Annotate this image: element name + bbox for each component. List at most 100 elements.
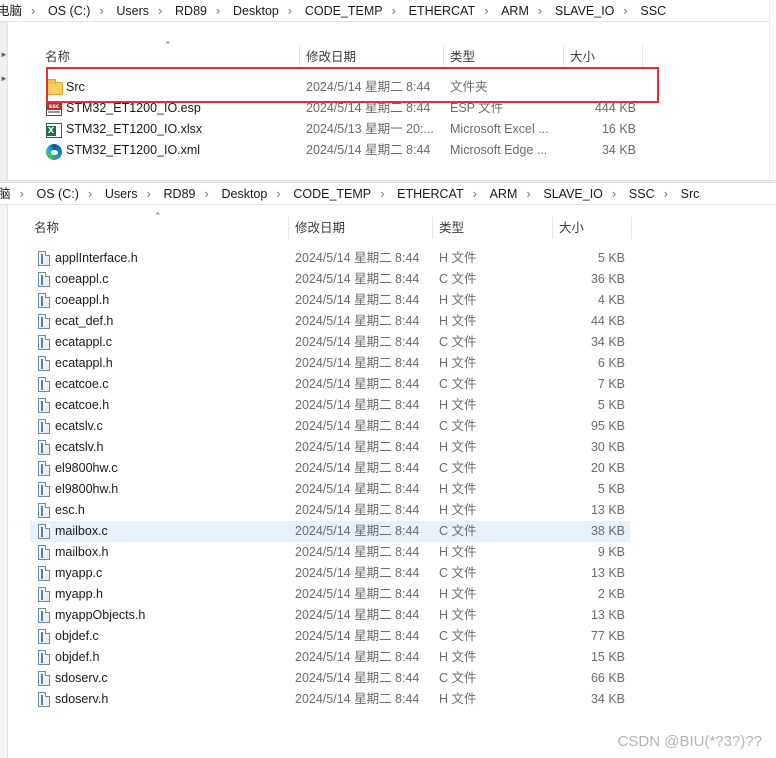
file-row[interactable]: mailbox.c 2024/5/14 星期二 8:44 C 文件 38 KB xyxy=(30,521,630,542)
breadcrumb-item[interactable]: CODE_TEMP xyxy=(305,3,383,19)
breadcrumb-item[interactable]: Src xyxy=(681,186,700,202)
file-name: applInterface.h xyxy=(55,251,138,265)
nav-pane-edge[interactable] xyxy=(0,205,8,758)
file-row[interactable]: Src 2024/5/14 星期二 8:44 文件夹 xyxy=(40,77,640,98)
file-row[interactable]: applInterface.h 2024/5/14 星期二 8:44 H 文件 5 K… xyxy=(30,248,630,269)
column-divider[interactable] xyxy=(432,217,433,239)
breadcrumb-separator-icon[interactable]: › xyxy=(484,3,488,19)
column-header-date[interactable]: 修改日期 xyxy=(295,217,345,239)
breadcrumb-item[interactable]: Desktop xyxy=(233,3,279,19)
file-row[interactable]: ecatslv.h 2024/5/14 星期二 8:44 H 文件 30 KB xyxy=(30,437,630,458)
file-size: 20 KB xyxy=(590,461,625,475)
column-header-name[interactable]: 名称 xyxy=(34,217,59,239)
breadcrumb-separator-icon[interactable]: › xyxy=(99,3,103,19)
breadcrumb-separator-icon[interactable]: › xyxy=(276,186,280,202)
column-divider[interactable] xyxy=(288,217,289,239)
chevron-right-icon[interactable]: ► xyxy=(0,50,8,59)
file-type: H 文件 xyxy=(439,545,477,559)
column-header-date[interactable]: 修改日期 xyxy=(306,46,356,68)
file-row[interactable]: ecat_def.h 2024/5/14 星期二 8:44 H 文件 44 KB xyxy=(30,311,630,332)
breadcrumb-separator-icon[interactable]: › xyxy=(392,3,396,19)
breadcrumb-separator-icon[interactable]: › xyxy=(20,186,24,202)
breadcrumb-item[interactable]: ARM xyxy=(501,3,529,19)
file-row[interactable]: myappObjects.h 2024/5/14 星期二 8:44 H 文件 13 K… xyxy=(30,605,630,626)
file-row[interactable]: objdef.c 2024/5/14 星期二 8:44 C 文件 77 KB xyxy=(30,626,630,647)
breadcrumb-item[interactable]: ETHERCAT xyxy=(409,3,475,19)
file-row[interactable]: ecatappl.h 2024/5/14 星期二 8:44 H 文件 6 KB xyxy=(30,353,630,374)
breadcrumb-separator-icon[interactable]: › xyxy=(612,186,616,202)
column-divider[interactable] xyxy=(631,217,632,239)
file-type: C 文件 xyxy=(439,629,477,643)
breadcrumb-item[interactable]: CODE_TEMP xyxy=(293,186,371,202)
file-row[interactable]: objdef.h 2024/5/14 星期二 8:44 H 文件 15 KB xyxy=(30,647,630,668)
scrollbar[interactable] xyxy=(769,0,776,180)
breadcrumb-separator-icon[interactable]: › xyxy=(216,3,220,19)
file-row[interactable]: ecatcoe.h 2024/5/14 星期二 8:44 H 文件 5 KB xyxy=(30,395,630,416)
text-file-icon xyxy=(35,460,51,477)
file-row[interactable]: el9800hw.c 2024/5/14 星期二 8:44 C 文件 20 KB xyxy=(30,458,630,479)
breadcrumb-item[interactable]: ETHERCAT xyxy=(397,186,463,202)
file-name: mailbox.h xyxy=(55,545,109,559)
breadcrumb-item[interactable]: SLAVE_IO xyxy=(543,186,603,202)
file-row[interactable]: X STM32_ET1200_IO.xlsx 2024/5/13 星期一 20:..… xyxy=(40,119,640,140)
file-row[interactable]: sdoserv.h 2024/5/14 星期二 8:44 H 文件 34 KB xyxy=(30,689,630,710)
breadcrumb-item[interactable]: Users xyxy=(116,3,149,19)
breadcrumb-separator-icon[interactable]: › xyxy=(158,3,162,19)
file-row[interactable]: ssc STM32_ET1200_IO.esp 2024/5/14 星期二 8:44… xyxy=(40,98,640,119)
file-row[interactable]: ecatslv.c 2024/5/14 星期二 8:44 C 文件 95 KB xyxy=(30,416,630,437)
breadcrumb-item[interactable]: OS (C:) xyxy=(48,3,90,19)
file-row[interactable]: STM32_ET1200_IO.xml 2024/5/14 星期二 8:44 Mic… xyxy=(40,140,640,161)
column-divider[interactable] xyxy=(552,217,553,239)
column-header-size[interactable]: 大小 xyxy=(559,217,584,239)
column-header-type[interactable]: 类型 xyxy=(439,217,464,239)
file-row[interactable]: coeappl.h 2024/5/14 星期二 8:44 H 文件 4 KB xyxy=(30,290,630,311)
file-row[interactable]: el9800hw.h 2024/5/14 星期二 8:44 H 文件 5 KB xyxy=(30,479,630,500)
breadcrumb-separator-icon[interactable]: › xyxy=(473,186,477,202)
text-file-icon xyxy=(35,691,51,708)
column-divider[interactable] xyxy=(563,46,564,68)
breadcrumb-item[interactable]: SLAVE_IO xyxy=(555,3,615,19)
file-row[interactable]: esc.h 2024/5/14 星期二 8:44 H 文件 13 KB xyxy=(30,500,630,521)
file-row[interactable]: myapp.c 2024/5/14 星期二 8:44 C 文件 13 KB xyxy=(30,563,630,584)
chevron-right-icon[interactable]: ► xyxy=(0,74,8,83)
file-row[interactable]: myapp.h 2024/5/14 星期二 8:44 H 文件 2 KB xyxy=(30,584,630,605)
breadcrumb-item[interactable]: 电脑 xyxy=(0,3,22,19)
column-divider[interactable] xyxy=(299,46,300,68)
file-row[interactable]: sdoserv.c 2024/5/14 星期二 8:44 C 文件 66 KB xyxy=(30,668,630,689)
address-bar-breadcrumb[interactable]: 脑 › OS (C:) › Users › RD89 › Desktop › CODE_TEMP › E… xyxy=(0,183,776,205)
breadcrumb-separator-icon[interactable]: › xyxy=(147,186,151,202)
breadcrumb-item[interactable]: OS (C:) xyxy=(37,186,79,202)
breadcrumb-item[interactable]: RD89 xyxy=(164,186,196,202)
breadcrumb-item[interactable]: ARM xyxy=(490,186,518,202)
file-row[interactable]: ecatcoe.c 2024/5/14 星期二 8:44 C 文件 7 KB xyxy=(30,374,630,395)
breadcrumb-separator-icon[interactable]: › xyxy=(623,3,627,19)
file-row[interactable]: mailbox.h 2024/5/14 星期二 8:44 H 文件 9 KB xyxy=(30,542,630,563)
file-name: ecatappl.c xyxy=(55,335,112,349)
column-divider[interactable] xyxy=(443,46,444,68)
column-header-name[interactable]: 名称 xyxy=(45,46,70,68)
file-row[interactable]: ecatappl.c 2024/5/14 星期二 8:44 C 文件 34 KB xyxy=(30,332,630,353)
breadcrumb-item[interactable]: SSC xyxy=(629,186,655,202)
address-bar-breadcrumb[interactable]: 电脑 › OS (C:) › Users › RD89 › Desktop › CODE_TEMP ›… xyxy=(0,0,776,22)
breadcrumb-separator-icon[interactable]: › xyxy=(205,186,209,202)
breadcrumb-item[interactable]: SSC xyxy=(640,3,666,19)
breadcrumb-separator-icon[interactable]: › xyxy=(380,186,384,202)
file-row[interactable]: coeappl.c 2024/5/14 星期二 8:44 C 文件 36 KB xyxy=(30,269,630,290)
column-header-size[interactable]: 大小 xyxy=(570,46,595,68)
column-divider[interactable] xyxy=(642,46,643,68)
breadcrumb-separator-icon[interactable]: › xyxy=(288,3,292,19)
file-size: 66 KB xyxy=(590,671,625,685)
breadcrumb-item[interactable]: Users xyxy=(105,186,138,202)
file-type: H 文件 xyxy=(439,398,477,412)
breadcrumb-item[interactable]: Desktop xyxy=(222,186,268,202)
breadcrumb-separator-icon[interactable]: › xyxy=(538,3,542,19)
breadcrumb-item[interactable]: RD89 xyxy=(175,3,207,19)
nav-pane-edge[interactable]: ► ► xyxy=(0,22,8,180)
breadcrumb-separator-icon[interactable]: › xyxy=(31,3,35,19)
breadcrumb-separator-icon[interactable]: › xyxy=(664,186,668,202)
file-size: 44 KB xyxy=(590,314,625,328)
breadcrumb-item[interactable]: 脑 xyxy=(0,186,11,202)
breadcrumb-separator-icon[interactable]: › xyxy=(526,186,530,202)
breadcrumb-separator-icon[interactable]: › xyxy=(88,186,92,202)
column-header-type[interactable]: 类型 xyxy=(450,46,475,68)
